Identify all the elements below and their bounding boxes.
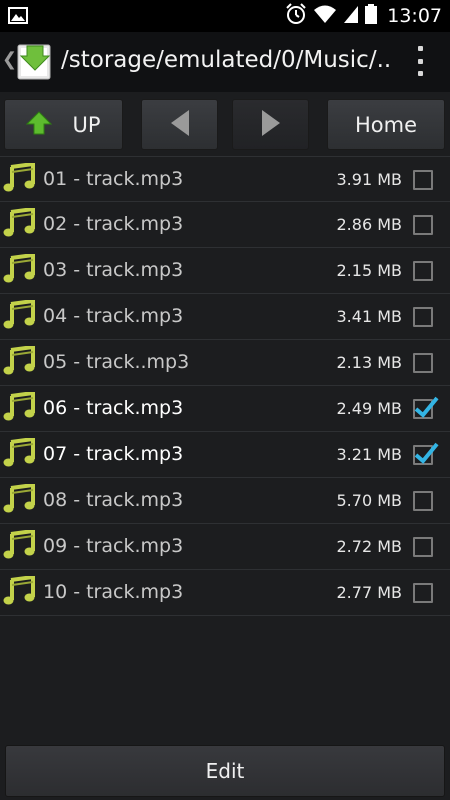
file-row[interactable]: 08 - track.mp3 5.70 MB: [0, 478, 450, 524]
image-notification-icon: [8, 7, 28, 28]
nav-toolbar: UP Home: [0, 93, 450, 156]
signal-icon: [343, 4, 359, 28]
music-note-icon: [3, 436, 37, 472]
battery-icon: [365, 4, 378, 28]
file-row[interactable]: 01 - track.mp3 3.91 MB: [0, 156, 450, 202]
forward-button[interactable]: [232, 99, 309, 150]
select-checkbox[interactable]: [413, 537, 433, 557]
file-name: 09 - track.mp3: [43, 535, 184, 557]
file-name: 01 - track.mp3: [43, 168, 184, 190]
file-size: 2.13 MB: [336, 353, 403, 372]
clock: 13:07: [387, 5, 442, 27]
right-arrow-icon: [260, 109, 282, 141]
up-button-label: UP: [72, 112, 101, 137]
file-row[interactable]: 06 - track.mp3 2.49 MB: [0, 386, 450, 432]
edit-button-label: Edit: [205, 759, 245, 783]
music-note-icon: [3, 252, 37, 288]
file-name: 02 - track.mp3: [43, 213, 184, 235]
file-name: 03 - track.mp3: [43, 259, 184, 281]
file-row[interactable]: 03 - track.mp3 2.15 MB: [0, 248, 450, 294]
file-row[interactable]: 10 - track.mp3 2.77 MB: [0, 570, 450, 616]
music-note-icon: [3, 344, 37, 380]
select-checkbox[interactable]: [413, 307, 433, 327]
file-size: 3.21 MB: [336, 445, 403, 464]
file-size: 5.70 MB: [336, 491, 403, 510]
select-checkbox[interactable]: [413, 583, 433, 603]
bottom-bar: Edit: [0, 742, 450, 800]
up-arrow-icon: [26, 110, 53, 139]
select-checkbox[interactable]: [413, 396, 439, 419]
file-name: 07 - track.mp3: [43, 443, 184, 465]
file-size: 2.72 MB: [336, 537, 403, 556]
file-row[interactable]: 04 - track.mp3 3.41 MB: [0, 294, 450, 340]
music-note-icon: [3, 298, 37, 334]
back-button[interactable]: [141, 99, 218, 150]
file-list: 01 - track.mp3 3.91 MB 02 - track.mp3 2.…: [0, 156, 450, 616]
file-size: 3.91 MB: [336, 170, 403, 189]
select-checkbox[interactable]: [413, 442, 439, 465]
file-row[interactable]: 02 - track.mp3 2.86 MB: [0, 202, 450, 248]
download-folder-icon[interactable]: [17, 42, 53, 84]
music-note-icon: [3, 161, 37, 197]
alarm-icon: [285, 3, 307, 29]
select-checkbox[interactable]: [413, 261, 433, 281]
home-button-label: Home: [354, 112, 417, 137]
select-checkbox[interactable]: [413, 170, 433, 190]
file-name: 06 - track.mp3: [43, 397, 184, 419]
select-checkbox[interactable]: [413, 491, 433, 511]
music-note-icon: [3, 482, 37, 518]
file-row[interactable]: 09 - track.mp3 2.72 MB: [0, 524, 450, 570]
music-note-icon: [3, 206, 37, 242]
up-button[interactable]: UP: [4, 99, 123, 150]
file-name: 04 - track.mp3: [43, 305, 184, 327]
wifi-icon: [313, 4, 337, 28]
file-name: 10 - track.mp3: [43, 581, 184, 603]
file-name: 08 - track.mp3: [43, 489, 184, 511]
music-note-icon: [3, 574, 37, 610]
checkmark-icon: [414, 442, 439, 464]
overflow-menu-icon[interactable]: [418, 46, 424, 76]
edit-button[interactable]: Edit: [5, 745, 445, 797]
action-bar: ❮ /storage/emulated/0/Music/...: [0, 32, 450, 123]
back-chevron-icon[interactable]: ❮: [2, 49, 17, 70]
file-size: 2.77 MB: [336, 583, 403, 602]
status-bar: 13:07: [0, 0, 450, 32]
checkmark-icon: [414, 396, 439, 418]
left-arrow-icon: [169, 109, 191, 141]
file-size: 2.15 MB: [336, 261, 403, 280]
music-note-icon: [3, 390, 37, 426]
file-size: 2.86 MB: [336, 215, 403, 234]
select-checkbox[interactable]: [413, 353, 433, 373]
music-note-icon: [3, 528, 37, 564]
file-row[interactable]: 05 - track..mp3 2.13 MB: [0, 340, 450, 386]
file-size: 3.41 MB: [336, 307, 403, 326]
current-path: /storage/emulated/0/Music/...: [61, 47, 391, 73]
file-size: 2.49 MB: [336, 399, 403, 418]
file-row[interactable]: 07 - track.mp3 3.21 MB: [0, 432, 450, 478]
select-checkbox[interactable]: [413, 215, 433, 235]
home-button[interactable]: Home: [327, 99, 445, 150]
file-name: 05 - track..mp3: [43, 351, 190, 373]
